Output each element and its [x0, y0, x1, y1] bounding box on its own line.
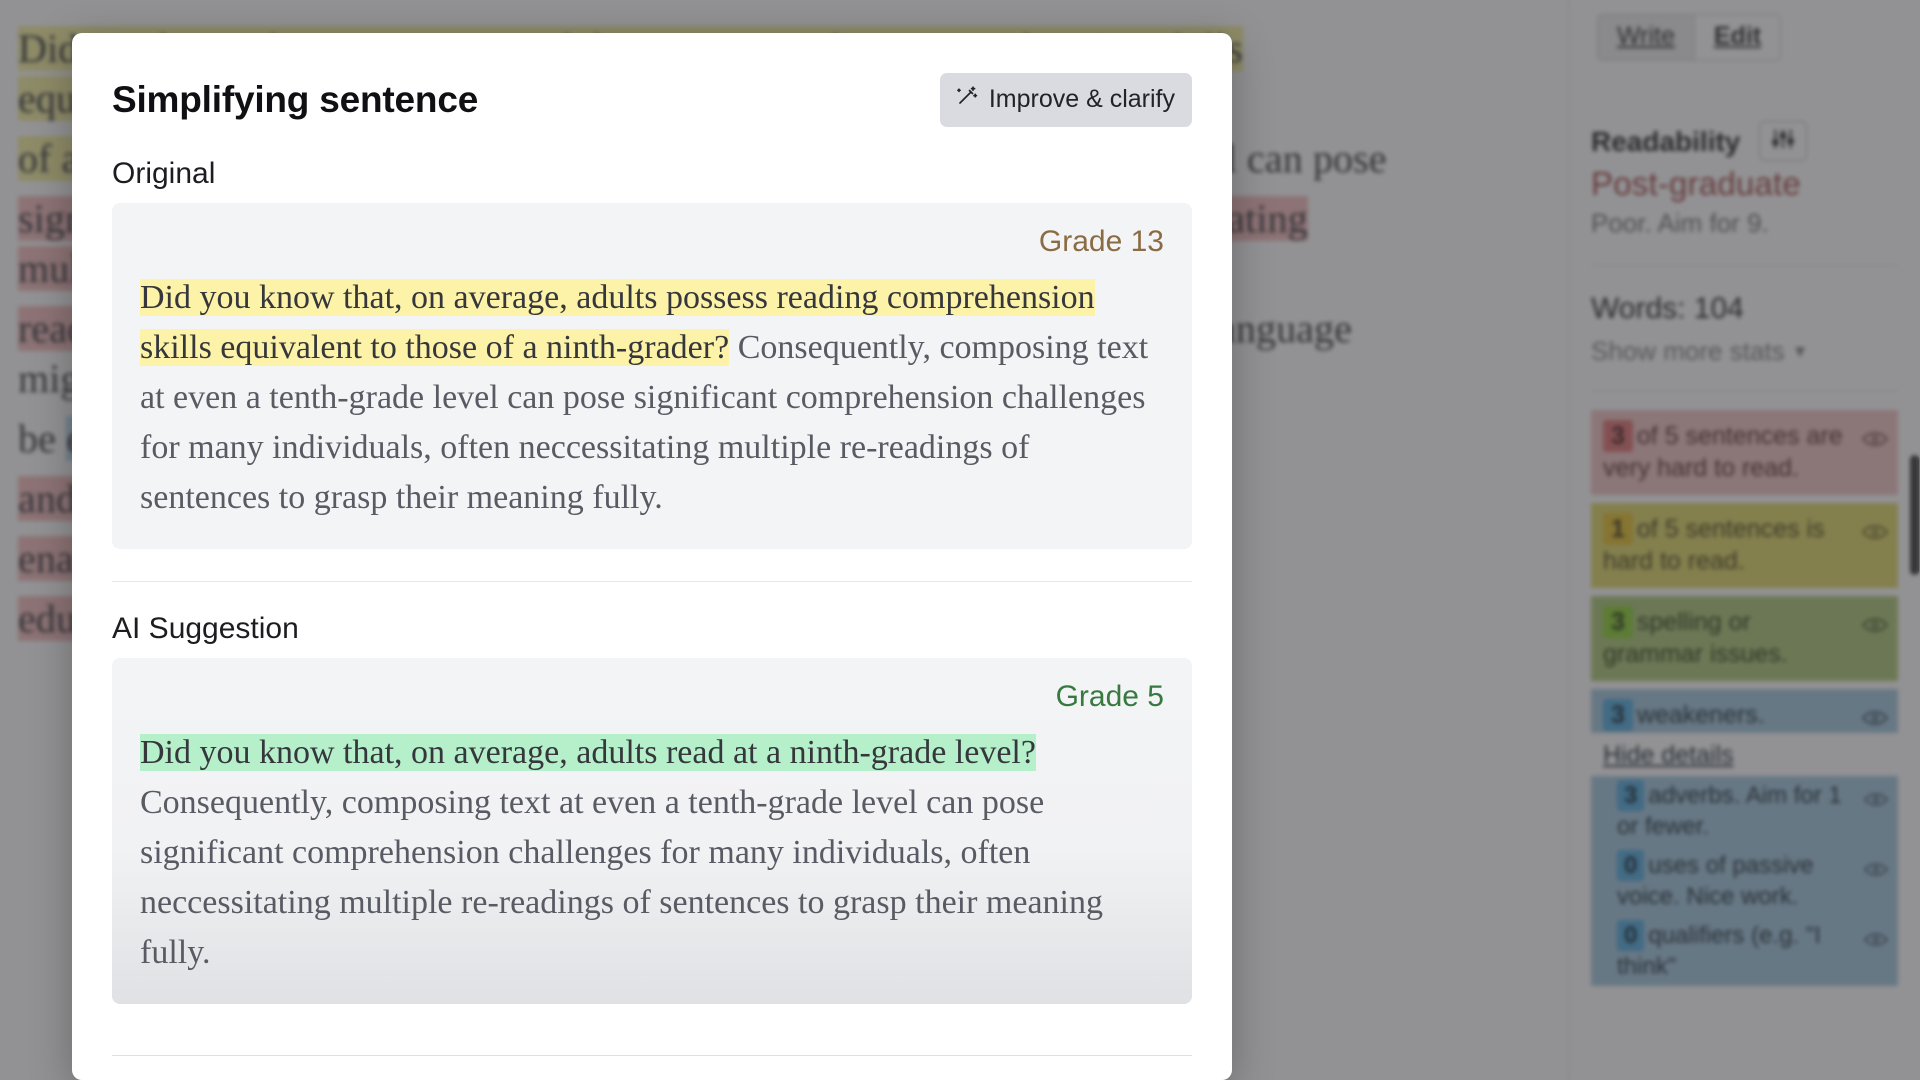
suggestion-body-text: Did you know that, on average, adults re… — [140, 728, 1164, 978]
original-section-label: Original — [112, 157, 216, 190]
modal-bottom-divider — [112, 1055, 1192, 1056]
suggestion-remaining-text: Consequently, composing text at even a t… — [140, 784, 1104, 971]
modal-title: Simplifying sentence — [112, 79, 479, 120]
suggestion-highlighted-sentence: Did you know that, on average, adults re… — [140, 734, 1036, 771]
magic-wand-icon — [955, 84, 979, 115]
improve-button-label: Improve & clarify — [988, 85, 1175, 113]
original-grade-badge: Grade 13 — [1038, 225, 1164, 258]
suggestion-section-label: AI Suggestion — [112, 612, 299, 645]
app-root: Did you know that, on average, adults po… — [0, 0, 1920, 1080]
modal-header: Simplifying sentence Improve & clarify — [112, 33, 1192, 127]
section-divider — [112, 581, 1192, 582]
original-text-card: Grade 13 Did you know that, on average, … — [112, 203, 1192, 549]
simplify-sentence-modal: Simplifying sentence Improve & clarify O… — [72, 33, 1232, 1080]
suggestion-grade-badge: Grade 5 — [1055, 680, 1164, 713]
suggestion-text-card: Grade 5 Did you know that, on average, a… — [112, 658, 1192, 1004]
improve-and-clarify-button[interactable]: Improve & clarify — [939, 73, 1192, 127]
original-body-text: Did you know that, on average, adults po… — [140, 273, 1164, 523]
